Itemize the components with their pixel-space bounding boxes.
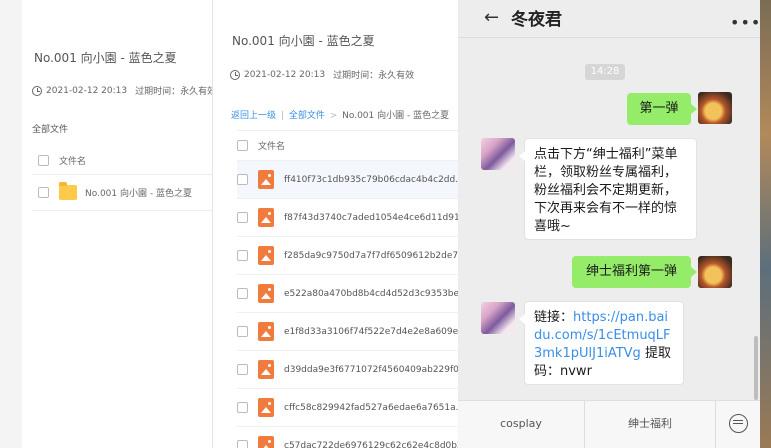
divider xyxy=(32,210,212,211)
file-list-page: No.001 向小園 - 蓝色之夏 2021-02-12 20:13 过期时间：… xyxy=(212,0,458,448)
filename-column-header: 文件名 xyxy=(258,142,286,152)
file-row[interactable]: c57dac722de6976129c62c62e4c8d0b2.jpg xyxy=(237,426,458,448)
image-file-icon xyxy=(258,398,274,417)
folder-checkbox[interactable] xyxy=(38,186,49,198)
back-link[interactable]: 返回上一级 xyxy=(231,111,276,121)
contact-avatar[interactable] xyxy=(481,138,515,170)
select-all-checkbox[interactable] xyxy=(38,154,49,166)
file-name[interactable]: e522a80a470bd8b4cd4d52d3c9353be5.jpg xyxy=(284,289,458,299)
breadcrumb-separator: | xyxy=(280,111,284,121)
folder-row[interactable]: No.001 向小園 - 蓝色之夏 xyxy=(38,178,192,206)
share-date: 2021-02-12 20:13 xyxy=(46,85,128,96)
file-name[interactable]: f285da9c9750d7a7f7df6509612b2de7.jpg xyxy=(284,251,458,261)
keyboard-icon[interactable] xyxy=(729,414,748,433)
filename-column-header: 文件名 xyxy=(59,156,87,167)
image-file-icon xyxy=(258,322,274,341)
file-name[interactable]: f87f43d3740c7aded1054e4ce6d11d91.jpg xyxy=(284,213,458,223)
share-meta: 2021-02-12 20:13 过期时间：永久有效 xyxy=(32,84,212,97)
incoming-link-message[interactable]: 链接：https://pan.baidu.com/s/1cEtmuqLF3mk1… xyxy=(519,301,684,385)
folder-expiry: 过期时间：永久有效 xyxy=(333,71,415,81)
file-checkbox[interactable] xyxy=(237,174,248,185)
divider xyxy=(32,174,212,175)
file-checkbox[interactable] xyxy=(237,250,248,261)
file-name[interactable]: cffc58c829942fad527a6edae6a7651a.jpg xyxy=(284,403,458,413)
file-name[interactable]: ff410f73c1db935c79b06cdac4b4c2dd.jpg xyxy=(284,175,458,185)
file-list-header: 文件名 xyxy=(237,130,458,160)
image-file-icon xyxy=(258,360,274,379)
file-row[interactable]: e522a80a470bd8b4cd4d52d3c9353be5.jpg xyxy=(237,274,458,312)
outgoing-message[interactable]: 绅士福利第一弹 xyxy=(572,256,697,288)
file-name[interactable]: c57dac722de6976129c62c62e4c8d0b2.jpg xyxy=(284,441,458,448)
folder-title: No.001 向小園 - 蓝色之夏 xyxy=(232,34,375,48)
folder-meta: 2021-02-12 20:13 过期时间：永久有效 xyxy=(230,68,414,81)
message-timestamp: 14:28 xyxy=(585,64,625,80)
contact-name: 冬夜君 xyxy=(511,10,562,30)
folder-name[interactable]: No.001 向小園 - 蓝色之夏 xyxy=(85,186,192,199)
select-all-checkbox[interactable] xyxy=(237,140,248,151)
file-row[interactable]: ff410f73c1db935c79b06cdac4b4c2dd.jpg xyxy=(237,160,458,198)
file-row[interactable]: f87f43d3740c7aded1054e4ce6d11d91.jpg xyxy=(237,198,458,236)
file-row[interactable]: cffc58c829942fad527a6edae6a7651a.jpg xyxy=(237,388,458,426)
image-file-icon xyxy=(258,246,274,265)
folder-icon xyxy=(59,181,77,200)
file-row[interactable]: e1f8d33a3106f74f522e7d4e2e8a609e.jpg xyxy=(237,312,458,350)
file-row[interactable]: d39dda9e3f6771072f4560409ab229f0.jpg xyxy=(237,350,458,388)
outgoing-message[interactable]: 第一弹 xyxy=(627,93,697,125)
file-checkbox[interactable] xyxy=(237,440,248,448)
breadcrumb: 返回上一级 | 全部文件 > No.001 向小園 - 蓝色之夏 xyxy=(231,108,449,121)
more-dots-icon[interactable]: ••• xyxy=(730,13,761,32)
image-file-icon xyxy=(258,208,274,227)
all-files-label[interactable]: 全部文件 xyxy=(32,122,68,135)
folder-date: 2021-02-12 20:13 xyxy=(244,69,326,80)
share-title: No.001 向小園 - 蓝色之夏 xyxy=(34,51,177,65)
back-arrow-icon[interactable]: ← xyxy=(484,8,499,28)
file-checkbox[interactable] xyxy=(237,288,248,299)
image-file-icon xyxy=(258,170,274,189)
contact-avatar[interactable] xyxy=(481,302,515,334)
file-row[interactable]: f285da9c9750d7a7f7df6509612b2de7.jpg xyxy=(237,236,458,274)
clock-icon xyxy=(32,85,42,96)
file-checkbox[interactable] xyxy=(237,212,248,223)
image-file-icon xyxy=(258,436,274,448)
chat-window: ← 冬夜君 ••• 14:28 第一弹 点击下方“绅士福利”菜单栏，领取粉丝专属… xyxy=(458,0,771,448)
my-avatar[interactable] xyxy=(698,92,732,124)
all-files-link[interactable]: 全部文件 xyxy=(289,111,325,121)
menu-item-gentleman-benefits[interactable]: 绅士福利 xyxy=(585,401,715,448)
share-card: No.001 向小園 - 蓝色之夏 2021-02-12 20:13 过期时间：… xyxy=(22,0,212,448)
share-expiry: 过期时间：永久有效 xyxy=(135,87,212,97)
chat-scrollbar[interactable] xyxy=(754,336,758,400)
chat-header: ← 冬夜君 ••• xyxy=(458,0,760,38)
menu-item-cosplay[interactable]: cosplay xyxy=(458,401,584,448)
chat-screen: ← 冬夜君 ••• 14:28 第一弹 点击下方“绅士福利”菜单栏，领取粉丝专属… xyxy=(458,0,760,448)
breadcrumb-arrow: > xyxy=(329,111,338,121)
menu-divider xyxy=(715,401,716,448)
file-checkbox[interactable] xyxy=(237,364,248,375)
share-page-left: No.001 向小園 - 蓝色之夏 2021-02-12 20:13 过期时间：… xyxy=(0,0,212,448)
my-avatar[interactable] xyxy=(698,256,732,288)
incoming-message[interactable]: 点击下方“绅士福利”菜单栏，领取粉丝专属福利，粉丝福利会不定期更新，下次再来会有… xyxy=(519,138,697,240)
file-checkbox[interactable] xyxy=(237,326,248,337)
file-name[interactable]: e1f8d33a3106f74f522e7d4e2e8a609e.jpg xyxy=(284,327,458,337)
clock-icon xyxy=(230,69,240,80)
link-label: 链接： xyxy=(534,310,574,325)
file-name[interactable]: d39dda9e3f6771072f4560409ab229f0.jpg xyxy=(284,365,458,375)
image-file-icon xyxy=(258,284,274,303)
breadcrumb-current: No.001 向小園 - 蓝色之夏 xyxy=(342,111,450,121)
file-checkbox[interactable] xyxy=(237,402,248,413)
file-list-header: 文件名 xyxy=(38,146,86,174)
chat-bottom-menu: cosplay 绅士福利 xyxy=(458,400,760,448)
